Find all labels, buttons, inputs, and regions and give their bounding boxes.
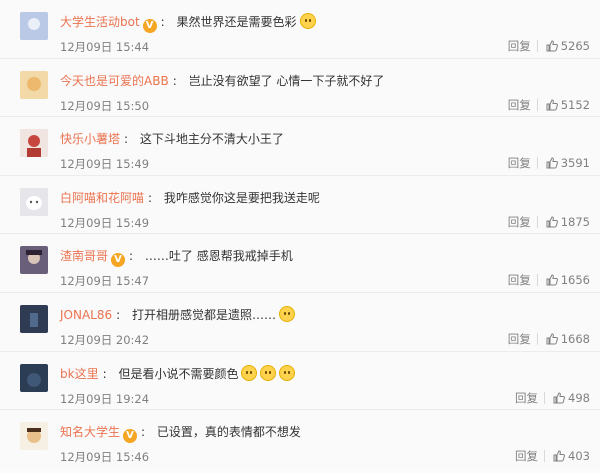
timestamp: 12月09日 15:49 <box>60 157 150 172</box>
like-button[interactable]: 3591 <box>546 156 590 170</box>
reply-button[interactable]: 回复 <box>515 390 538 406</box>
comment-text: 打开相册感觉都是遗照…… <box>132 307 277 322</box>
comment-item: bk这里: 但是看小说不需要颜色 12月09日 19:24 回复 498 <box>0 351 600 411</box>
comment-actions: 回复 1668 <box>508 331 590 347</box>
like-button[interactable]: 498 <box>553 391 590 405</box>
thumbs-up-icon <box>546 333 558 345</box>
comment-text: 果然世界还是需要色彩 <box>176 15 297 29</box>
divider <box>544 450 546 463</box>
avatar[interactable] <box>20 12 48 40</box>
verified-badge-icon: V <box>111 253 126 268</box>
comment-text: 这下斗地主分不清大小王了 <box>139 132 284 147</box>
comment-item: 大学生活动bot V: 果然世界还是需要色彩 12月09日 15:44 回复 52… <box>0 0 600 59</box>
thumbs-up-icon <box>546 274 558 286</box>
like-button[interactable]: 1668 <box>546 332 590 346</box>
reply-button[interactable]: 回复 <box>508 272 531 288</box>
timestamp: 12月09日 15:44 <box>60 40 150 54</box>
comment-text: 但是看小说不需要颜色 <box>118 366 239 381</box>
username[interactable]: JONAL86 <box>60 308 112 322</box>
avatar[interactable] <box>20 70 48 99</box>
emoji-face-icon <box>299 13 316 29</box>
like-count: 1656 <box>560 273 590 288</box>
like-button[interactable]: 5152 <box>546 98 590 112</box>
divider <box>536 98 538 111</box>
like-button[interactable]: 1875 <box>546 215 590 229</box>
emoji-face-icon <box>241 364 258 381</box>
like-count: 5265 <box>560 39 590 53</box>
like-count: 3591 <box>560 156 590 171</box>
thumbs-up-icon <box>553 392 565 404</box>
verified-badge-icon: V <box>142 19 157 33</box>
avatar[interactable] <box>20 304 48 333</box>
comment-text: 已设置，真的表情都不想发 <box>156 425 301 440</box>
username[interactable]: 白阿喵和花阿喵 <box>60 191 144 205</box>
like-count: 498 <box>568 390 590 405</box>
comment-actions: 回复 403 <box>515 448 590 464</box>
divider <box>536 40 538 52</box>
verified-badge-icon: V <box>123 429 138 444</box>
like-button[interactable]: 403 <box>553 449 590 463</box>
timestamp: 12月09日 15:47 <box>60 274 150 289</box>
avatar[interactable] <box>20 129 48 158</box>
avatar[interactable] <box>20 246 48 275</box>
avatar[interactable] <box>20 363 48 392</box>
comment-actions: 回复 498 <box>515 390 590 406</box>
reply-button[interactable]: 回复 <box>515 448 538 464</box>
username[interactable]: 知名大学生 <box>60 425 120 439</box>
reply-button[interactable]: 回复 <box>508 97 531 113</box>
comment-item: 快乐小薯塔: 这下斗地主分不清大小王了 12月09日 15:49 回复 3591 <box>0 117 600 176</box>
comment-actions: 回复 5152 <box>508 97 590 113</box>
thumbs-up-icon <box>546 99 558 111</box>
timestamp: 12月09日 15:46 <box>60 450 150 465</box>
thumbs-up-icon <box>546 40 558 52</box>
reply-button[interactable]: 回复 <box>508 38 531 54</box>
timestamp: 12月09日 20:42 <box>60 332 150 347</box>
comment-actions: 回复 3591 <box>508 155 590 171</box>
reply-button[interactable]: 回复 <box>508 331 531 347</box>
username[interactable]: 大学生活动bot <box>60 15 140 29</box>
comment-text: 我咋感觉你这是要把我送走呢 <box>163 190 320 205</box>
thumbs-up-icon <box>546 216 558 228</box>
thumbs-up-icon <box>553 450 565 462</box>
emoji-face-icon <box>279 364 296 381</box>
comment-text: 岂止没有欲望了 心情一下子就不好了 <box>188 73 385 88</box>
username[interactable]: 快乐小薯塔 <box>60 132 120 146</box>
comment-item: JONAL86: 打开相册感觉都是遗照…… 12月09日 20:42 回复 16… <box>0 292 600 352</box>
timestamp: 12月09日 15:49 <box>60 215 150 230</box>
divider <box>536 157 538 170</box>
username[interactable]: 今天也是可爱的ABB <box>60 74 169 88</box>
comment-item: 渣南哥哥 V: ……吐了 感恩帮我戒掉手机 12月09日 15:47 回复 165… <box>0 234 600 293</box>
comment-actions: 回复 1656 <box>508 272 590 288</box>
username[interactable]: 渣南哥哥 <box>60 249 108 263</box>
like-count: 1668 <box>560 331 590 346</box>
like-count: 5152 <box>560 97 590 112</box>
comment-item: 白阿喵和花阿喵: 我咋感觉你这是要把我送走呢 12月09日 15:49 回复 1… <box>0 175 600 235</box>
username[interactable]: bk这里 <box>60 367 99 381</box>
reply-button[interactable]: 回复 <box>508 155 531 171</box>
like-count: 1875 <box>560 214 590 229</box>
like-button[interactable]: 1656 <box>546 273 590 287</box>
thumbs-up-icon <box>546 157 558 169</box>
emoji-face-icon <box>279 305 296 322</box>
comment-item: 今天也是可爱的ABB: 岂止没有欲望了 心情一下子就不好了 12月09日 15:… <box>0 58 600 118</box>
comment-actions: 回复 5265 <box>508 38 590 54</box>
timestamp: 12月09日 15:50 <box>60 98 150 113</box>
divider <box>536 274 538 287</box>
timestamp: 12月09日 19:24 <box>60 391 150 406</box>
divider <box>536 215 538 228</box>
divider <box>536 332 538 345</box>
comment-list: 大学生活动bot V: 果然世界还是需要色彩 12月09日 15:44 回复 52… <box>0 0 600 473</box>
like-button[interactable]: 5265 <box>546 39 590 53</box>
divider <box>544 391 546 404</box>
comment-text: ……吐了 感恩帮我戒掉手机 <box>144 249 293 264</box>
avatar[interactable] <box>20 422 48 451</box>
comment-item: 知名大学生 V: 已设置，真的表情都不想发 12月09日 15:46 回复 403 <box>0 410 600 469</box>
comment-actions: 回复 1875 <box>508 214 590 230</box>
reply-button[interactable]: 回复 <box>508 214 531 230</box>
emoji-face-icon <box>260 364 277 381</box>
like-count: 403 <box>568 449 590 464</box>
avatar[interactable] <box>20 187 48 216</box>
